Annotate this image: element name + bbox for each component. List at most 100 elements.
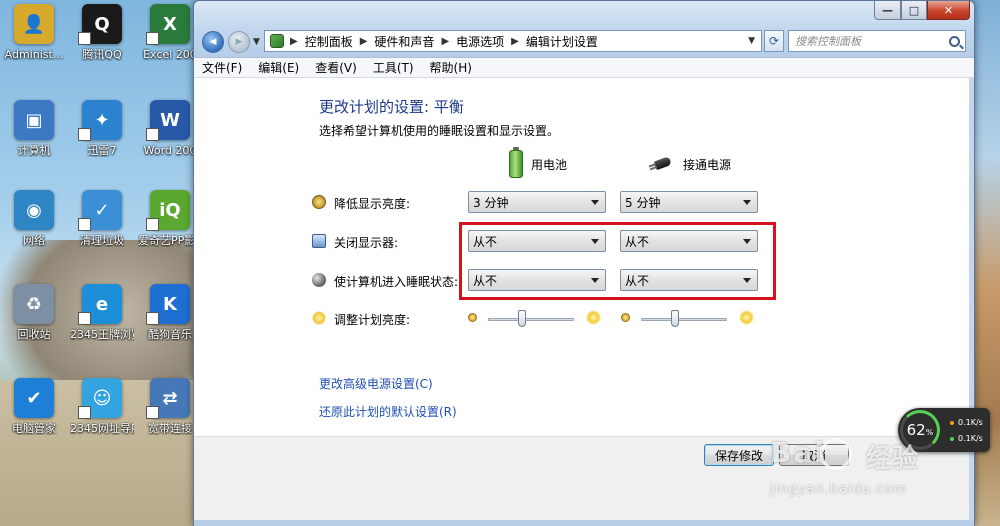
maximize-button[interactable]: □ <box>901 1 927 20</box>
address-bar[interactable]: ▶ 控制面板 ▶ 硬件和声音 ▶ 电源选项 ▶ 编辑计划设置 ▼ <box>264 30 762 52</box>
setting-row-brightness: 调整计划亮度: <box>312 307 772 329</box>
desktop-app-icon: ▣ <box>14 100 54 140</box>
upload-arrow-icon <box>950 420 954 425</box>
slider-track[interactable] <box>641 318 727 321</box>
chevron-right-icon[interactable]: ▶ <box>511 36 519 47</box>
shortcut-arrow-icon <box>146 128 159 141</box>
page-description: 选择希望计算机使用的睡眠设置和显示设置。 <box>319 124 560 138</box>
dim-display-battery-select[interactable]: 3 分钟 <box>468 191 606 213</box>
desktop-app-icon: ♻ <box>14 284 54 324</box>
select-value: 3 分钟 <box>473 195 509 210</box>
setting-label-dim-display: 降低显示亮度: <box>334 197 411 211</box>
refresh-icon: ⟳ <box>768 34 780 48</box>
search-icon[interactable] <box>949 35 960 47</box>
desktop-icon[interactable]: ✓ 清理垃圾 <box>70 190 134 256</box>
address-dropdown-icon[interactable]: ▼ <box>748 36 755 46</box>
advanced-power-settings-link[interactable]: 更改高级电源设置(C) <box>319 375 433 392</box>
annotation-highlight-box <box>459 222 776 300</box>
desktop-icon[interactable]: ♻ 回收站 <box>2 284 66 350</box>
desktop-icon-label: 网络 <box>23 234 45 247</box>
dim-brightness-icon <box>312 195 326 209</box>
shortcut-arrow-icon <box>78 128 91 141</box>
shortcut-arrow-icon <box>146 32 159 45</box>
column-label-plugged-in: 接通电源 <box>683 157 732 172</box>
desktop-icon[interactable]: ☺2345网址导航 <box>70 378 134 444</box>
monitor-icon <box>312 234 326 248</box>
desktop-icon-label: 2345网址导航 <box>70 422 134 435</box>
search-input[interactable]: 搜索控制面板 <box>788 30 966 52</box>
setting-row-dim-display: 降低显示亮度: 3 分钟 5 分钟 <box>312 191 772 213</box>
setting-label-sleep: 使计算机进入睡眠状态: <box>334 275 459 289</box>
breadcrumb-control-panel[interactable]: 控制面板 <box>305 33 353 50</box>
desktop-icon[interactable]: ▣ 计算机 <box>2 100 66 166</box>
setting-label-turn-off-display: 关闭显示器: <box>334 236 399 250</box>
shortcut-arrow-icon <box>78 32 91 45</box>
desktop-icon-label: 清理垃圾 <box>80 234 124 247</box>
forward-button[interactable]: ▶ <box>228 31 250 53</box>
shortcut-arrow-icon <box>146 218 159 231</box>
desktop-icon-label: 回收站 <box>17 328 51 341</box>
brightness-high-icon <box>586 310 601 325</box>
minimize-button[interactable]: — <box>874 1 901 20</box>
desktop-icon-label: 腾讯QQ <box>82 48 122 61</box>
desktop-icon[interactable]: 👤 Administ... <box>2 4 66 70</box>
power-plug-icon <box>648 154 677 174</box>
desktop-icon-label: 2345王牌浏览器 <box>70 328 134 341</box>
dim-display-plugged-select[interactable]: 5 分钟 <box>620 191 758 213</box>
chevron-right-icon[interactable]: ▶ <box>360 36 368 47</box>
save-changes-button[interactable]: 保存修改 <box>704 444 774 466</box>
watermark-brand-cn: 经验 <box>866 444 919 474</box>
menu-view[interactable]: 查看(V) <box>313 58 359 77</box>
upload-rate: 0.1K/s <box>950 418 983 427</box>
shortcut-arrow-icon <box>146 406 159 419</box>
edit-plan-content: 更改计划的设置: 平衡 选择希望计算机使用的睡眠设置和显示设置。 用电池 接通电… <box>194 78 969 436</box>
select-value: 5 分钟 <box>625 195 661 210</box>
menu-edit[interactable]: 编辑(E) <box>256 58 301 77</box>
desktop-icon[interactable]: ◉ 网络 <box>2 190 66 256</box>
chevron-right-icon[interactable]: ▶ <box>441 36 449 47</box>
download-rate-value: 0.1K/s <box>958 434 983 443</box>
shortcut-arrow-icon <box>78 406 91 419</box>
search-placeholder: 搜索控制面板 <box>795 35 861 48</box>
close-button[interactable]: ✕ <box>927 1 970 20</box>
recent-pages-dropdown-icon[interactable]: ▼ <box>253 37 260 47</box>
battery-icon <box>509 147 523 178</box>
sleep-moon-icon <box>312 273 326 287</box>
desktop-icon[interactable]: ✦ 迅雷7 <box>70 100 134 166</box>
refresh-button[interactable]: ⟳ <box>764 30 784 52</box>
restore-defaults-link[interactable]: 还原此计划的默认设置(R) <box>319 403 457 420</box>
slider-thumb[interactable] <box>671 310 680 327</box>
brightness-low-icon <box>621 313 630 322</box>
shortcut-arrow-icon <box>146 312 159 325</box>
desktop-icon-label: 迅雷7 <box>87 144 117 157</box>
menu-help[interactable]: 帮助(H) <box>428 58 474 77</box>
brightness-battery-slider <box>464 307 604 329</box>
desktop-app-icon: ✔ <box>14 378 54 418</box>
desktop-app-icon: ◉ <box>14 190 54 230</box>
column-header-battery: 用电池 <box>509 147 568 180</box>
menu-file[interactable]: 文件(F) <box>200 58 244 77</box>
chevron-right-icon[interactable]: ▶ <box>290 36 298 47</box>
breadcrumb-hardware-sound[interactable]: 硬件和声音 <box>374 33 434 50</box>
watermark-brand: Bai <box>770 436 826 469</box>
breadcrumb-edit-plan: 编辑计划设置 <box>525 34 598 49</box>
menu-bar: 文件(F) 编辑(E) 查看(V) 工具(T) 帮助(H) <box>194 57 974 78</box>
back-button[interactable]: ◀ <box>202 31 224 53</box>
baidu-paw-icon <box>820 438 852 470</box>
desktop-icon-label: 电脑管家 <box>12 422 56 435</box>
shortcut-arrow-icon <box>78 312 91 325</box>
slider-thumb[interactable] <box>518 310 527 327</box>
column-label-battery: 用电池 <box>531 157 568 172</box>
caption-buttons: — □ ✕ <box>874 1 970 20</box>
window-bottom-frame <box>194 520 974 526</box>
desktop-icon[interactable]: ✔ 电脑管家 <box>2 378 66 444</box>
slider-track[interactable] <box>488 318 574 321</box>
desktop-icon-label: Administ... <box>4 48 64 61</box>
menu-tools[interactable]: 工具(T) <box>371 58 416 77</box>
arrow-left-icon: ◀ <box>209 37 217 47</box>
breadcrumb-power-options[interactable]: 电源选项 <box>456 33 504 50</box>
desktop-icon[interactable]: e2345王牌浏览器 <box>70 284 134 350</box>
brightness-low-icon <box>468 313 477 322</box>
desktop-icon[interactable]: Q 腾讯QQ <box>70 4 134 70</box>
arrow-right-icon: ▶ <box>235 37 243 47</box>
